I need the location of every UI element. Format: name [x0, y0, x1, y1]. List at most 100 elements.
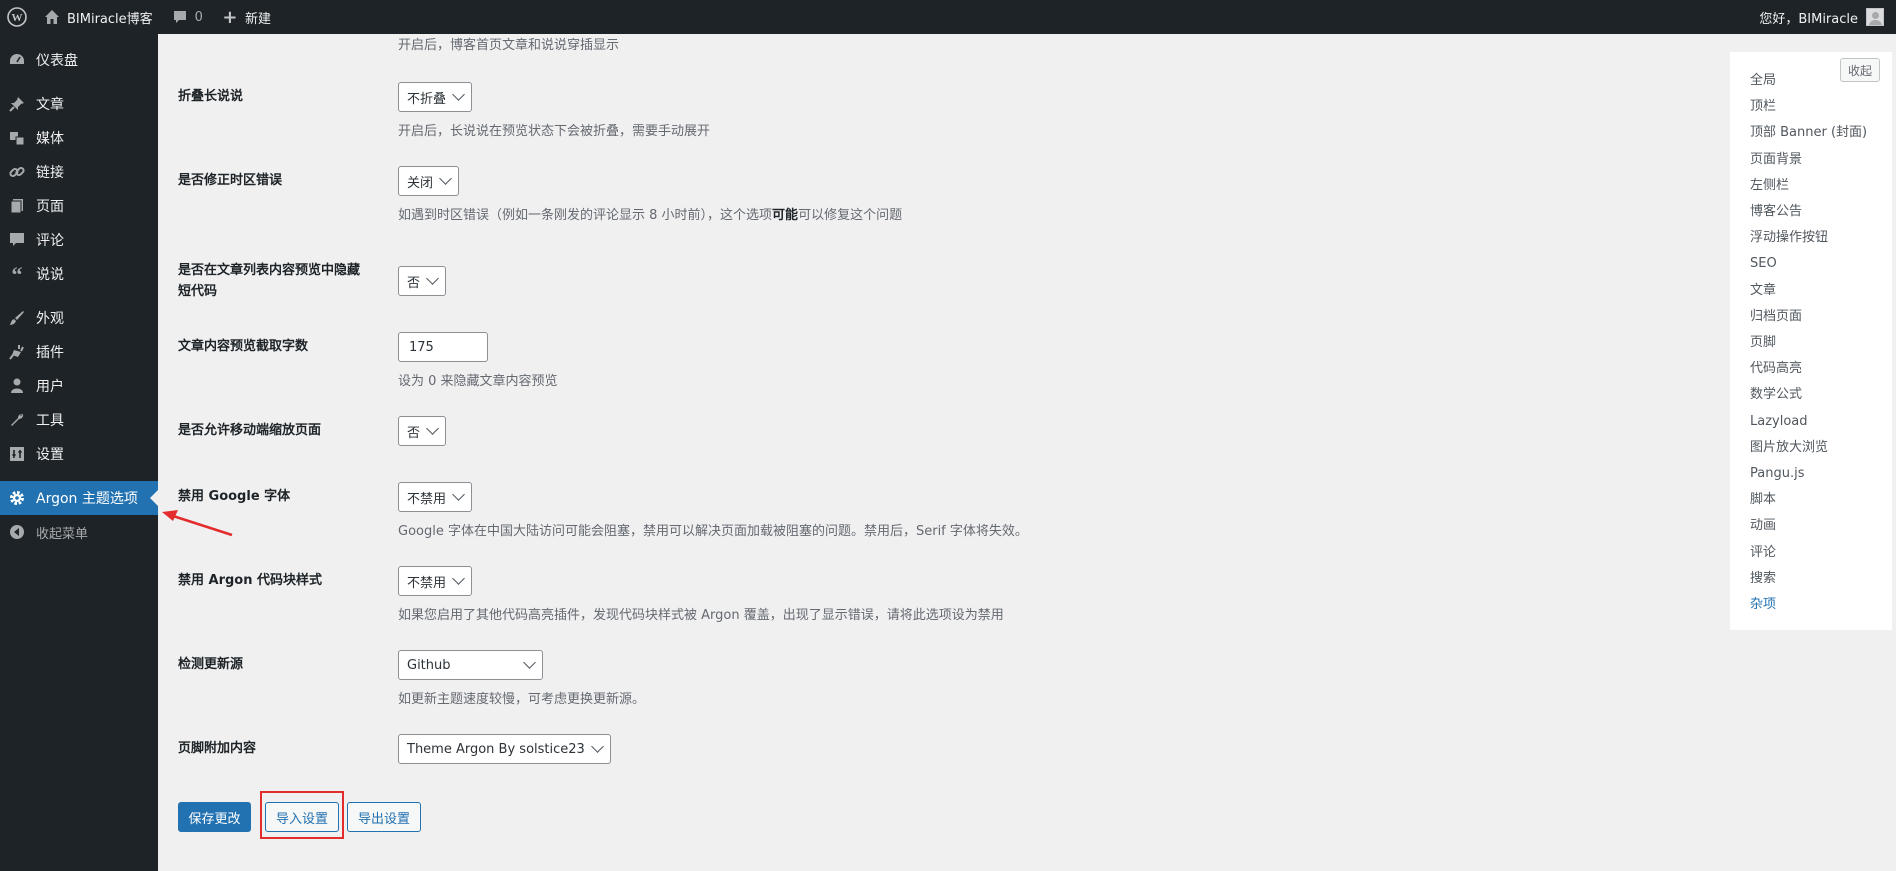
toc-item[interactable]: 动画 — [1750, 517, 1776, 535]
plugin-icon — [8, 343, 26, 361]
sidebar-item-dashboard[interactable]: 仪表盘 — [0, 43, 158, 77]
quote-icon: “ — [8, 265, 26, 283]
toc-item[interactable]: Lazyload — [1750, 413, 1808, 431]
timezone-desc-bold: 可能 — [772, 208, 799, 223]
sidebar-item-label: 页面 — [36, 199, 64, 215]
excerpt-length-input[interactable]: 175 — [398, 332, 488, 362]
sidebar-item-users[interactable]: 用户 — [0, 369, 158, 403]
sidebar-item-settings[interactable]: 设置 — [0, 437, 158, 471]
toc-item[interactable]: 归档页面 — [1750, 308, 1802, 326]
footer-select[interactable]: Theme Argon By solstice23 — [398, 734, 611, 764]
toc-item[interactable]: 全局 — [1750, 72, 1776, 90]
timezone-desc-after: 可以修复这个问题 — [798, 208, 903, 223]
code-style-label: 禁用 Argon 代码块样式 — [178, 573, 323, 588]
save-button[interactable]: 保存更改 — [178, 802, 251, 832]
google-font-select-value: 不禁用 — [407, 491, 447, 507]
sidebar-item-appearance[interactable]: 外观 — [0, 301, 158, 335]
toc-item[interactable]: 左侧栏 — [1750, 177, 1789, 195]
chevron-down-icon — [523, 656, 536, 669]
fold-select[interactable]: 不折叠 — [398, 82, 473, 112]
toc-item[interactable]: 页脚 — [1750, 334, 1776, 352]
sidebar-item-media[interactable]: 媒体 — [0, 121, 158, 155]
google-font-select[interactable]: 不禁用 — [398, 482, 473, 512]
update-source-description: 如更新主题速度较慢，可考虑更换更新源。 — [398, 692, 646, 707]
sidebar-item-tools[interactable]: 工具 — [0, 403, 158, 437]
new-label: 新建 — [244, 11, 271, 27]
toc-item[interactable]: 脚本 — [1750, 491, 1776, 509]
toc-item[interactable]: 顶栏 — [1750, 98, 1776, 116]
export-settings-button[interactable]: 导出设置 — [347, 802, 421, 832]
fold-select-value: 不折叠 — [407, 91, 447, 107]
sidebar-item-label: 仪表盘 — [36, 53, 78, 69]
brush-icon — [8, 309, 26, 327]
excerpt-label: 文章内容预览截取字数 — [178, 339, 309, 354]
chevron-down-icon — [590, 740, 604, 753]
options-toc: 收起 全局顶栏顶部 Banner (封面) 页面背景左侧栏博客公告浮动操作按钮 SE… — [1730, 52, 1892, 630]
site-name-link[interactable]: BIMiracle博客 — [34, 0, 162, 34]
toc-item[interactable]: Pangu.js — [1750, 465, 1804, 483]
code-style-select[interactable]: 不禁用 — [398, 566, 473, 596]
dashboard-icon — [8, 51, 26, 69]
plus-icon: + — [222, 6, 238, 28]
sidebar-collapse-menu[interactable]: 收起菜单 — [0, 515, 158, 549]
sidebar-item-label: 工具 — [36, 413, 64, 429]
avatar — [1866, 8, 1884, 26]
comments-link[interactable]: 0 — [162, 0, 212, 34]
toc-item[interactable]: 评论 — [1750, 544, 1776, 562]
timezone-label: 是否修正时区错误 — [178, 173, 283, 188]
toc-item[interactable]: 代码高亮 — [1750, 360, 1802, 378]
chevron-down-icon — [439, 172, 452, 185]
toc-item[interactable]: 文章 — [1750, 282, 1776, 300]
sidebar-item-label: 插件 — [36, 345, 64, 361]
sidebar-item-posts[interactable]: 文章 — [0, 87, 158, 121]
sidebar-item-label: 用户 — [36, 379, 64, 395]
pin-icon — [8, 95, 26, 113]
toc-item[interactable]: SEO — [1750, 255, 1777, 273]
mobile-zoom-select[interactable]: 否 — [398, 416, 447, 446]
sidebar-item-label: 说说 — [36, 267, 64, 283]
toc-item[interactable]: 图片放大浏览 — [1750, 439, 1828, 457]
admin-bar: W BIMiracle博客 0 + 新建 您好，BIMiracle — [0, 0, 1896, 34]
toc-item[interactable]: 杂项 — [1750, 596, 1776, 614]
google-font-label: 禁用 Google 字体 — [178, 489, 291, 504]
page-icon — [8, 197, 26, 215]
sidebar-item-plugins[interactable]: 插件 — [0, 335, 158, 369]
google-font-description: Google 字体在中国大陆访问可能会阻塞，禁用可以解决页面加载被阻塞的问题。禁… — [398, 524, 1028, 539]
sidebar-item-links[interactable]: 链接 — [0, 155, 158, 189]
collapse-icon — [8, 523, 26, 541]
excerpt-description: 设为 0 来隐藏文章内容预览 — [398, 374, 558, 389]
chevron-down-icon — [426, 422, 439, 435]
update-source-select[interactable]: Github — [398, 650, 543, 680]
sidebar-item-comments[interactable]: 评论 — [0, 223, 158, 257]
fold-description: 开启后，长说说在预览状态下会被折叠，需要手动展开 — [398, 124, 711, 139]
settings-panel: 开启后，博客首页文章和说说穿插显示 折叠长说说 不折叠 开启后，长说说在预览状态… — [158, 34, 1718, 871]
toc-item[interactable]: 数学公式 — [1750, 386, 1802, 404]
hide-shortcode-label-line1: 是否在文章列表内容预览中隐藏 — [178, 263, 361, 278]
sidebar-item-label: 外观 — [36, 311, 64, 327]
sidebar-item-argon-options[interactable]: Argon 主题选项 — [0, 481, 158, 515]
top-description: 开启后，博客首页文章和说说穿插显示 — [398, 38, 620, 53]
new-content-link[interactable]: + 新建 — [212, 0, 280, 34]
toc-item[interactable]: 顶部 Banner (封面) — [1750, 124, 1867, 142]
wordpress-logo-icon[interactable]: W — [0, 0, 34, 34]
sidebar-item-label: 评论 — [36, 233, 64, 249]
toc-item[interactable]: 搜索 — [1750, 570, 1776, 588]
hide-shortcode-select[interactable]: 否 — [398, 266, 447, 296]
svg-text:“: “ — [12, 265, 23, 283]
timezone-select[interactable]: 关闭 — [398, 166, 460, 196]
account-menu[interactable]: 您好，BIMiracle — [1759, 8, 1896, 27]
toc-collapse-button[interactable]: 收起 — [1840, 58, 1880, 82]
timezone-description: 如遇到时区错误（例如一条刚发的评论显示 8 小时前），这个选项可能可以修复这个问… — [398, 208, 902, 223]
toc-item[interactable]: 浮动操作按钮 — [1750, 229, 1828, 247]
toc-item[interactable]: 页面背景 — [1750, 151, 1802, 169]
gear-icon — [8, 489, 26, 507]
sidebar-item-pages[interactable]: 页面 — [0, 189, 158, 223]
sidebar-item-label: 链接 — [36, 165, 64, 181]
timezone-desc-before: 如遇到时区错误（例如一条刚发的评论显示 8 小时前），这个选项 — [398, 208, 773, 223]
wrench-icon — [8, 411, 26, 429]
timezone-select-value: 关闭 — [407, 175, 434, 191]
import-settings-button[interactable]: 导入设置 — [265, 802, 339, 832]
mobile-zoom-select-value: 否 — [407, 425, 421, 441]
sidebar-item-shuoshuo[interactable]: “ 说说 — [0, 257, 158, 291]
toc-item[interactable]: 博客公告 — [1750, 203, 1802, 221]
